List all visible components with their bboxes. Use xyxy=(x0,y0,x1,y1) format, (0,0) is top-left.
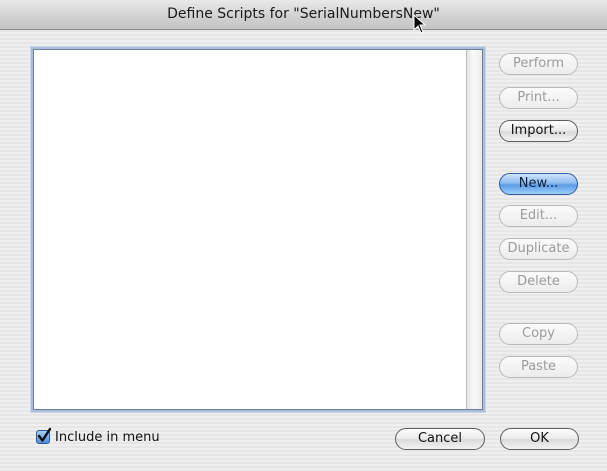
cancel-button[interactable]: Cancel xyxy=(395,428,485,450)
include-in-menu-option[interactable]: Include in menu xyxy=(36,427,160,446)
edit-button[interactable]: Edit... xyxy=(499,205,578,227)
title-bar: Define Scripts for "SerialNumbersNew" xyxy=(0,0,607,30)
perform-button[interactable]: Perform xyxy=(499,53,578,75)
import-button[interactable]: Import... xyxy=(499,120,578,142)
define-scripts-dialog: Define Scripts for "SerialNumbersNew" Pe… xyxy=(0,0,607,471)
copy-button[interactable]: Copy xyxy=(499,323,578,345)
duplicate-button[interactable]: Duplicate xyxy=(499,238,578,260)
scripts-list[interactable] xyxy=(33,49,483,410)
delete-button[interactable]: Delete xyxy=(499,271,578,293)
ok-button[interactable]: OK xyxy=(500,428,579,450)
checkmark-icon xyxy=(37,427,52,442)
scripts-list-scrollbar[interactable] xyxy=(466,50,482,409)
window-title: Define Scripts for "SerialNumbersNew" xyxy=(167,6,440,22)
mouse-pointer-icon xyxy=(413,14,427,34)
new-button[interactable]: New... xyxy=(499,173,578,195)
paste-button[interactable]: Paste xyxy=(499,356,578,378)
include-in-menu-label: Include in menu xyxy=(55,429,160,445)
include-in-menu-checkbox[interactable] xyxy=(36,427,52,444)
print-button[interactable]: Print... xyxy=(499,87,578,109)
